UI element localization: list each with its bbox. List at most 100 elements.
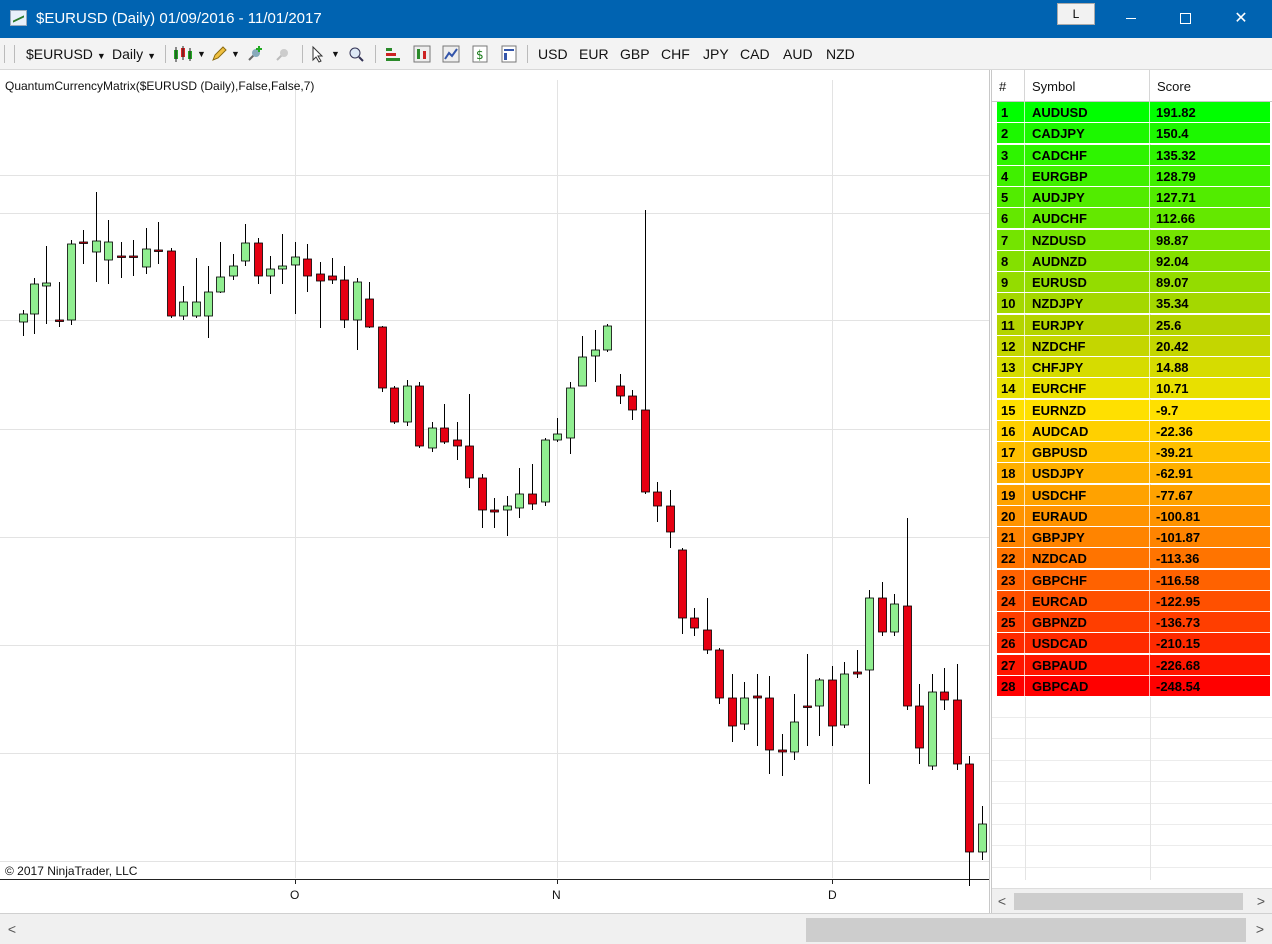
row-rank: 28 xyxy=(1001,678,1016,694)
add-object-icon[interactable] xyxy=(246,45,264,63)
maximize-button[interactable] xyxy=(1162,0,1208,38)
row-rank: 11 xyxy=(1001,317,1015,333)
chevron-down-icon[interactable]: ▼ xyxy=(231,38,240,70)
row-rank: 10 xyxy=(1001,296,1016,312)
price-chart-panel[interactable]: QuantumCurrencyMatrix($EURUSD (Daily),Fa… xyxy=(0,70,990,913)
minimize-button[interactable] xyxy=(1108,0,1154,38)
cell-divider xyxy=(1149,675,1150,697)
currency-button-cad[interactable]: CAD xyxy=(740,38,770,70)
matrix-row[interactable]: 5 AUDJPY 127.71 xyxy=(997,187,1270,208)
row-score: 150.4 xyxy=(1156,126,1189,142)
matrix-row[interactable]: 18 USDJPY -62.91 xyxy=(997,463,1270,485)
chart-trader-icon[interactable] xyxy=(442,45,460,63)
chevron-down-icon[interactable]: ▼ xyxy=(197,38,206,70)
matrix-row[interactable]: 23 GBPCHF -116.58 xyxy=(997,569,1270,591)
chart-grid xyxy=(0,80,989,884)
candle-body-down xyxy=(129,255,138,258)
candle-body-down xyxy=(528,493,537,505)
chevron-down-icon[interactable]: ▼ xyxy=(331,38,340,70)
strategies-icon[interactable] xyxy=(413,45,431,63)
matrix-row[interactable]: 1 AUDUSD 191.82 xyxy=(997,102,1270,123)
currency-button-aud[interactable]: AUD xyxy=(783,38,813,70)
matrix-row[interactable]: 20 EURAUD -100.81 xyxy=(997,505,1270,527)
row-symbol: EURCHF xyxy=(1032,381,1087,397)
row-rank: 9 xyxy=(1001,275,1009,290)
candle-body-up xyxy=(229,265,238,277)
chart-horizontal-scrollbar[interactable]: < > xyxy=(0,913,1272,944)
close-button[interactable]: ✕ xyxy=(1218,0,1264,38)
column-header-symbol[interactable]: Symbol xyxy=(1025,70,1150,102)
matrix-row[interactable]: 15 EURNZD -9.7 xyxy=(997,399,1270,421)
candle-body-up xyxy=(266,268,275,277)
matrix-row[interactable]: 19 USDCHF -77.67 xyxy=(997,484,1270,506)
cursor-icon[interactable] xyxy=(310,45,328,63)
matrix-row[interactable]: 21 GBPJPY -101.87 xyxy=(997,527,1270,548)
matrix-row[interactable]: 7 NZDUSD 98.87 xyxy=(997,229,1270,251)
matrix-row[interactable]: 8 AUDNZD 92.04 xyxy=(997,250,1270,272)
column-header-rank[interactable]: # xyxy=(992,70,1025,102)
column-header-score[interactable]: Score xyxy=(1150,70,1272,102)
matrix-header-row: # Symbol Score xyxy=(992,70,1272,102)
cell-divider xyxy=(1024,548,1025,570)
matrix-row[interactable]: 6 AUDCHF 112.66 xyxy=(997,208,1270,230)
instrument-selector[interactable]: $EURUSD ▼ xyxy=(26,38,106,70)
matrix-row[interactable]: 12 NZDCHF 20.42 xyxy=(997,335,1270,357)
matrix-row[interactable]: 26 USDCAD -210.15 xyxy=(997,633,1270,655)
matrix-horizontal-scrollbar[interactable]: < > xyxy=(992,888,1272,913)
matrix-row[interactable]: 24 EURCAD -122.95 xyxy=(997,590,1270,612)
matrix-row[interactable]: 27 GBPAUD -226.68 xyxy=(997,654,1270,676)
matrix-row[interactable]: 3 CADCHF 135.32 xyxy=(997,144,1270,166)
matrix-row[interactable]: 10 NZDJPY 35.34 xyxy=(997,293,1270,315)
candle-body-down xyxy=(616,385,625,397)
matrix-row[interactable]: 22 NZDCAD -113.36 xyxy=(997,548,1270,570)
candle-body-up xyxy=(890,603,899,633)
cell-divider xyxy=(1024,250,1025,272)
link-button[interactable]: L xyxy=(1057,3,1095,25)
currency-button-nzd[interactable]: NZD xyxy=(826,38,855,70)
cell-divider xyxy=(1149,590,1150,612)
scroll-left-icon[interactable]: < xyxy=(992,889,1012,914)
indicators-icon[interactable] xyxy=(384,45,402,63)
row-symbol: GBPCAD xyxy=(1032,678,1089,694)
period-selector[interactable]: Daily ▼ xyxy=(112,38,156,70)
cell-divider xyxy=(1024,378,1025,400)
candlestick-chart[interactable] xyxy=(0,70,989,913)
pencil-icon[interactable] xyxy=(210,45,228,63)
matrix-empty-row xyxy=(992,825,1272,847)
matrix-row[interactable]: 9 EURUSD 89.07 xyxy=(997,272,1270,293)
matrix-row[interactable]: 25 GBPNZD -136.73 xyxy=(997,612,1270,633)
currency-button-eur[interactable]: EUR xyxy=(579,38,609,70)
currency-button-jpy[interactable]: JPY xyxy=(703,38,729,70)
matrix-row[interactable]: 16 AUDCAD -22.36 xyxy=(997,420,1270,442)
scrollbar-thumb[interactable] xyxy=(806,918,1246,942)
scroll-left-icon[interactable]: < xyxy=(2,914,22,944)
row-symbol: USDCAD xyxy=(1032,636,1088,652)
matrix-row[interactable]: 28 GBPCAD -248.54 xyxy=(997,675,1270,697)
matrix-row[interactable]: 4 EURGBP 128.79 xyxy=(997,165,1270,187)
scroll-right-icon[interactable]: > xyxy=(1251,889,1271,914)
row-score: -122.95 xyxy=(1156,593,1201,609)
remove-object-icon[interactable] xyxy=(274,45,292,63)
cell-divider xyxy=(1024,612,1025,633)
cell-divider xyxy=(1149,527,1150,548)
matrix-row[interactable]: 11 EURJPY 25.6 xyxy=(997,314,1270,336)
currency-button-chf[interactable]: CHF xyxy=(661,38,690,70)
chart-style-icon[interactable] xyxy=(172,45,196,63)
chart-toolbar: $EURUSD ▼ Daily ▼ ▼ ▼ ▼ $ USD EUR GBP CHF xyxy=(0,38,1272,70)
matrix-empty-row xyxy=(992,804,1272,825)
matrix-row[interactable]: 17 GBPUSD -39.21 xyxy=(997,442,1270,463)
properties-icon[interactable] xyxy=(500,45,518,63)
dollar-icon[interactable]: $ xyxy=(471,45,489,63)
scroll-right-icon[interactable]: > xyxy=(1250,914,1270,944)
currency-button-usd[interactable]: USD xyxy=(538,38,568,70)
row-rank: 21 xyxy=(1001,530,1016,545)
zoom-icon[interactable] xyxy=(347,45,365,63)
currency-button-gbp[interactable]: GBP xyxy=(620,38,650,70)
row-symbol: EURNZD xyxy=(1032,402,1087,418)
cell-divider xyxy=(1024,229,1025,251)
matrix-row[interactable]: 2 CADJPY 150.4 xyxy=(997,123,1270,145)
matrix-row[interactable]: 14 EURCHF 10.71 xyxy=(997,378,1270,400)
matrix-row[interactable]: 13 CHFJPY 14.88 xyxy=(997,357,1270,378)
cell-divider xyxy=(1024,484,1025,506)
scrollbar-thumb[interactable] xyxy=(1014,893,1243,910)
